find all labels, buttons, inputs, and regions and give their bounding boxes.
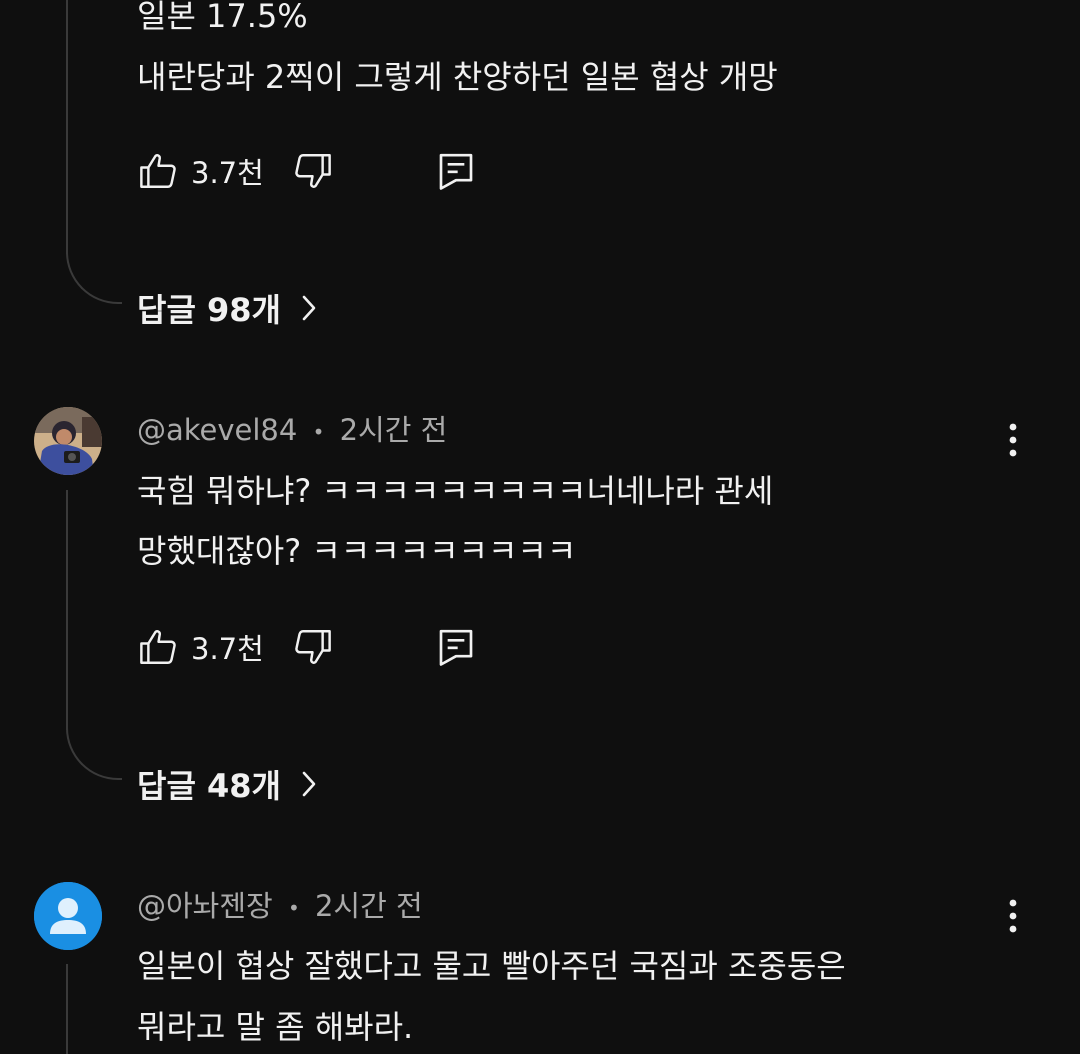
comment-meta: @akevel84 • 2시간 전 (137, 412, 447, 450)
more-vertical-icon (1009, 423, 1017, 457)
author-handle[interactable]: @아놔젠장 (137, 889, 273, 923)
comment-reply-icon (439, 153, 473, 190)
thread-line (66, 0, 68, 254)
avatar[interactable] (34, 882, 102, 950)
like-count: 3.7천 (191, 156, 264, 190)
thumbs-down-icon (295, 630, 331, 664)
more-options-button[interactable] (998, 894, 1028, 938)
comment-time: 2시간 전 (314, 889, 423, 923)
comment-actions: 3.7천 (137, 149, 476, 193)
more-vertical-icon (1009, 899, 1017, 933)
author-handle[interactable]: @akevel84 (137, 413, 297, 447)
chevron-right-icon (301, 770, 317, 798)
comments-page: 일본 17.5% 내란당과 2찍이 그렇게 찬양하던 일본 협상 개망 3.7천… (0, 0, 1080, 1054)
thumbs-down-icon (295, 154, 331, 188)
comment-text-line: 뭐라고 말 좀 해봐라. (137, 1008, 414, 1046)
comment-time: 2시간 전 (339, 413, 448, 447)
chevron-right-icon (301, 294, 317, 322)
comment-text-line: 일본 17.5% (137, 0, 308, 35)
replies-label: 답글 98개 (137, 291, 281, 329)
meta-separator: • (287, 896, 300, 920)
like-count: 3.7천 (191, 632, 264, 666)
thread-curve (66, 728, 122, 780)
comment-meta: @아놔젠장 • 2시간 전 (137, 888, 423, 926)
person-icon (34, 882, 102, 950)
comment-text-line: 국힘 뭐하냐? ㅋㅋㅋㅋㅋㅋㅋㅋㅋ너네나라 관세 (137, 472, 774, 510)
dislike-button[interactable] (292, 150, 334, 192)
avatar[interactable] (34, 407, 102, 475)
reply-button[interactable] (436, 150, 476, 192)
comment-actions: 3.7천 (137, 625, 476, 669)
replies-label: 답글 48개 (137, 767, 281, 805)
view-replies-button[interactable]: 답글 98개 (137, 285, 317, 331)
comment-text-line: 망했대잖아? ㅋㅋㅋㅋㅋㅋㅋㅋㅋ (137, 532, 577, 570)
more-options-button[interactable] (998, 418, 1028, 462)
meta-separator: • (312, 420, 325, 444)
thumbs-up-icon (140, 154, 176, 188)
thumbs-up-icon (140, 630, 176, 664)
comment-text-line: 내란당과 2찍이 그렇게 찬양하던 일본 협상 개망 (137, 58, 778, 96)
dislike-button[interactable] (292, 626, 334, 668)
reply-button[interactable] (436, 626, 476, 668)
like-button[interactable] (137, 150, 179, 192)
thread-line (66, 964, 68, 1054)
thread-line (66, 490, 68, 730)
like-button[interactable] (137, 626, 179, 668)
comment-reply-icon (439, 629, 473, 666)
comment-text-line: 일본이 협상 잘했다고 물고 빨아주던 국짐과 조중동은 (137, 947, 846, 985)
thread-curve (66, 252, 122, 304)
view-replies-button[interactable]: 답글 48개 (137, 761, 317, 807)
